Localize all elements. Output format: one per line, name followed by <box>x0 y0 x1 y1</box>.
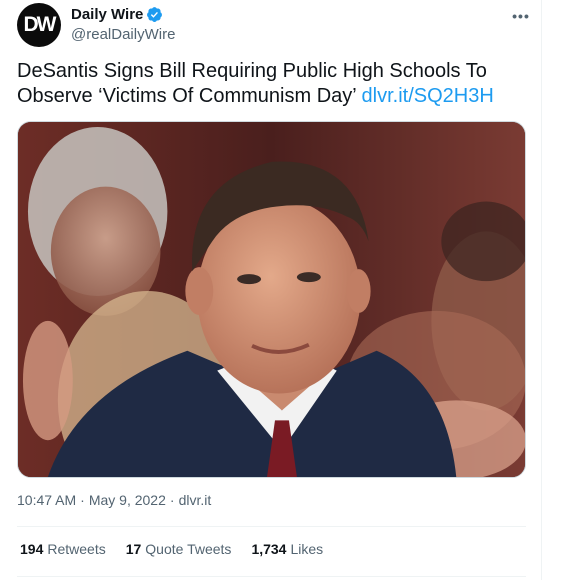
retweets-count: 194 <box>20 541 44 557</box>
quotes-count: 17 <box>125 541 142 557</box>
meta-separator: · <box>80 492 85 508</box>
handle[interactable]: @realDailyWire <box>71 26 175 43</box>
tweet-text: DeSantis Signs Bill Requiring Public Hig… <box>17 59 532 109</box>
author-names: Daily Wire @realDailyWire <box>71 4 175 44</box>
photo-illustration <box>18 122 525 477</box>
retweets-label: Retweets <box>47 541 106 557</box>
display-name[interactable]: Daily Wire <box>71 6 143 23</box>
tweet-link[interactable]: dlvr.it/SQ2H3H <box>362 85 494 107</box>
avatar-logo-text: DW <box>23 13 57 36</box>
tweet-header: DW Daily Wire @realDailyWire ••• <box>17 3 532 47</box>
tweet-card: DW Daily Wire @realDailyWire ••• DeSanti… <box>0 0 542 580</box>
likes-stat[interactable]: 1,734 Likes <box>251 541 323 557</box>
quote-tweets-stat[interactable]: 17 Quote Tweets <box>126 541 232 557</box>
verified-badge-icon <box>146 6 163 23</box>
tweet-time[interactable]: 10:47 AM <box>17 492 76 508</box>
tweet-meta: 10:47 AM · May 9, 2022 · dlvr.it <box>17 492 211 508</box>
likes-count: 1,734 <box>251 541 287 557</box>
avatar[interactable]: DW <box>17 3 61 47</box>
display-name-row: Daily Wire <box>71 4 175 24</box>
divider <box>17 526 526 527</box>
divider <box>17 576 526 577</box>
tweet-stats: 194 Retweets 17 Quote Tweets 1,734 Likes <box>20 541 323 557</box>
retweets-stat[interactable]: 194 Retweets <box>20 541 106 557</box>
likes-label: Likes <box>290 541 324 557</box>
quotes-label: Quote Tweets <box>145 541 232 557</box>
more-horizontal-icon[interactable]: ••• <box>510 6 532 26</box>
meta-separator: · <box>169 492 175 508</box>
tweet-source[interactable]: dlvr.it <box>179 492 212 508</box>
tweet-date[interactable]: May 9, 2022 <box>89 492 166 508</box>
tweet-photo[interactable] <box>17 121 526 478</box>
